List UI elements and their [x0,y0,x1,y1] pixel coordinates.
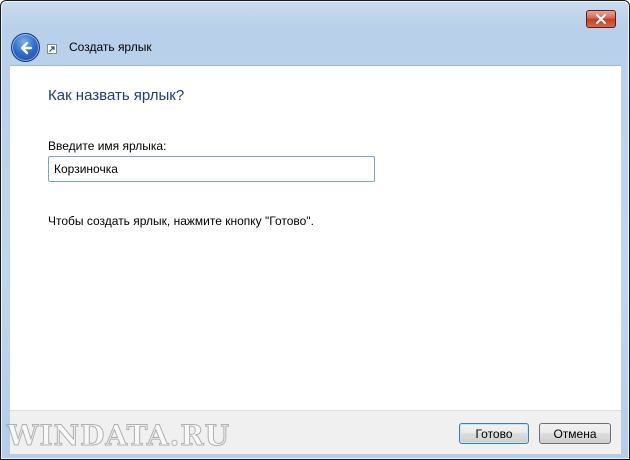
shortcut-name-input[interactable] [48,156,375,182]
watermark: WINDATA.RU [6,419,231,453]
finish-hint: Чтобы создать ярлык, нажмите кнопку "Гот… [48,214,314,228]
close-button[interactable] [586,10,616,28]
shortcut-name-label: Введите имя ярлыка: [48,139,167,153]
page-heading: Как назвать ярлык? [48,87,185,104]
cancel-button[interactable]: Отмена [539,423,611,444]
create-shortcut-window: Создать ярлык Как назвать ярлык? Введите… [0,0,630,460]
finish-button[interactable]: Готово [459,423,529,444]
back-arrow-icon [20,41,32,54]
back-button[interactable] [11,33,40,62]
close-icon [596,14,606,24]
wizard-content: Как назвать ярлык? Введите имя ярлыка: Ч… [10,65,621,410]
shortcut-icon [47,44,57,54]
wizard-title: Создать ярлык [69,40,152,54]
